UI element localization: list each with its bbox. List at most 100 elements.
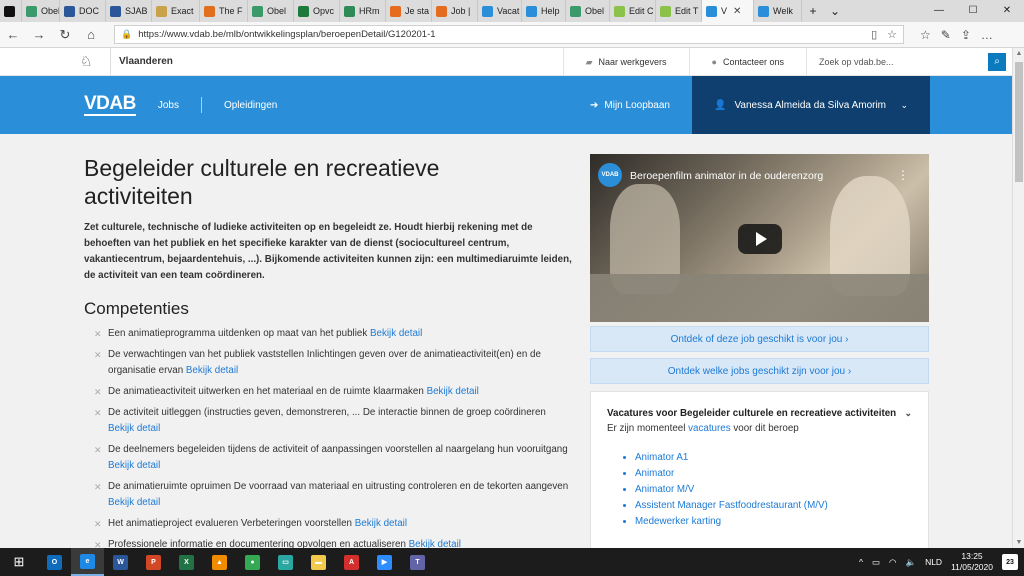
search-input[interactable] [819, 56, 979, 67]
taskbar-app[interactable]: ▶ [368, 548, 401, 576]
browser-tab[interactable]: Obel [248, 0, 294, 22]
scroll-down-icon[interactable]: ▼ [1013, 539, 1024, 546]
video-title[interactable]: Beroepenfilm animator in de ouderenzorg [630, 170, 823, 182]
browser-tab[interactable]: Opvc [294, 0, 340, 22]
more-icon[interactable]: … [981, 28, 993, 42]
taskbar-app[interactable]: X [170, 548, 203, 576]
bekijk-detail-link[interactable]: Bekijk detail [409, 539, 461, 548]
browser-tab[interactable]: Help [522, 0, 566, 22]
browser-tab[interactable]: Obel [566, 0, 610, 22]
vacature-link[interactable]: Medewerker karting [635, 516, 721, 527]
maximize-icon[interactable]: ☐ [956, 0, 990, 22]
url-field[interactable]: 🔒 https://www.vdab.be/mlb/ontwikkelingsp… [114, 25, 904, 44]
scrollbar-thumb[interactable] [1015, 62, 1023, 182]
favorite-star-icon[interactable]: ☆ [887, 28, 897, 41]
video-player[interactable]: VDAB Beroepenfilm animator in de ouderen… [590, 154, 929, 322]
refresh-icon[interactable]: ↻ [52, 27, 78, 43]
taskbar-app[interactable]: ▲ [203, 548, 236, 576]
vacature-link[interactable]: Animator M/V [635, 484, 694, 495]
browser-tab[interactable]: Edit C [610, 0, 656, 22]
volume-icon[interactable]: 🔈 [905, 557, 916, 568]
taskbar-app[interactable]: P [137, 548, 170, 576]
bekijk-detail-link[interactable]: Bekijk detail [355, 518, 407, 529]
browser-tab[interactable]: The F [200, 0, 248, 22]
browser-tab[interactable]: SJAB [106, 0, 152, 22]
vacatures-link[interactable]: vacatures [688, 423, 730, 434]
browser-tab[interactable]: Welk [754, 0, 802, 22]
powerpoint-icon: P [146, 554, 161, 570]
network-icon[interactable]: ▭ [872, 557, 880, 568]
new-tab-icon[interactable]: + [802, 4, 824, 18]
browser-tab[interactable]: V ✕ [702, 0, 754, 22]
bekijk-detail-link[interactable]: Bekijk detail [427, 386, 479, 397]
vacature-link[interactable]: Animator A1 [635, 452, 688, 463]
pen-icon[interactable]: ✎ [941, 28, 951, 42]
browser-tab[interactable]: Exact [152, 0, 200, 22]
share-icon[interactable]: ⇪ [961, 28, 971, 42]
channel-logo[interactable]: VDAB [598, 163, 622, 187]
taskbar-app[interactable]: ▭ [269, 548, 302, 576]
notifications-badge[interactable]: 23 [1002, 554, 1018, 570]
matching-jobs-button[interactable]: Ontdek welke jobs geschikt zijn voor jou… [590, 358, 929, 384]
tray-expand-icon[interactable]: ^ [859, 557, 863, 567]
home-icon[interactable]: ⌂ [78, 27, 104, 42]
taskbar-app[interactable]: ▬ [302, 548, 335, 576]
favorites-icon[interactable]: ☆ [920, 28, 931, 42]
nav-opleidingen[interactable]: Opleidingen [224, 100, 277, 111]
vacatures-header[interactable]: Vacatures voor Begeleider culturele en r… [607, 408, 912, 419]
taskbar-app[interactable]: O [38, 548, 71, 576]
bekijk-detail-link[interactable]: Bekijk detail [108, 460, 160, 471]
competentie-item: ✕ De animatieruimte opruimen De voorraad … [94, 479, 574, 511]
browser-tab[interactable]: Je sta [386, 0, 432, 22]
browser-tab[interactable]: DOC [60, 0, 106, 22]
more-options-icon[interactable]: ⋮ [897, 168, 909, 182]
vacature-link[interactable]: Assistent Manager Fastfoodrestaurant (M/… [635, 500, 828, 511]
browser-tab[interactable] [0, 0, 22, 22]
nav-jobs[interactable]: Jobs [158, 100, 179, 111]
forward-icon[interactable]: → [26, 27, 52, 42]
cross-bullet-icon: ✕ [94, 445, 102, 455]
vacature-link[interactable]: Animator [635, 468, 674, 479]
search-button[interactable]: ⌕ [988, 52, 1006, 71]
browser-tab[interactable]: Obel [22, 0, 60, 22]
taskbar-app[interactable]: ● [236, 548, 269, 576]
taskbar-app[interactable]: T [401, 548, 434, 576]
browser-tab[interactable]: HRm [340, 0, 386, 22]
scroll-up-icon[interactable]: ▲ [1013, 50, 1024, 57]
bekijk-detail-link[interactable]: Bekijk detail [370, 328, 422, 339]
competentie-text: De verwachtingen van het publiek vastste… [108, 349, 541, 376]
minimize-icon[interactable]: — [922, 0, 956, 22]
browser-tab[interactable]: Edit T [656, 0, 702, 22]
tab-dropdown-icon[interactable]: ⌄ [824, 4, 846, 18]
close-window-icon[interactable]: ✕ [990, 0, 1024, 22]
wifi-icon[interactable]: ◠ [889, 557, 896, 568]
language-indicator[interactable]: NLD [925, 557, 942, 567]
bekijk-detail-link[interactable]: Bekijk detail [186, 365, 238, 376]
taskbar-app[interactable]: W [104, 548, 137, 576]
vlaanderen-brand[interactable]: Vlaanderen [110, 48, 173, 76]
user-menu[interactable]: 👤 Vanessa Almeida da Silva Amorim ⌄ [692, 76, 930, 134]
windows-start-icon[interactable]: ⊞ [0, 554, 38, 570]
bekijk-detail-link[interactable]: Bekijk detail [108, 497, 160, 508]
tab-label: V [721, 6, 728, 16]
tab-favicon-icon [482, 5, 493, 17]
employers-link[interactable]: ▰ Naar werkgevers [562, 48, 689, 76]
page-scrollbar[interactable]: ▲ ▼ [1012, 48, 1024, 548]
play-button[interactable] [738, 224, 782, 254]
vdab-logo[interactable]: VDAB [84, 94, 136, 116]
browser-tab[interactable]: Vacat [478, 0, 522, 22]
tab-label: Exact [171, 6, 194, 16]
bekijk-detail-link[interactable]: Bekijk detail [108, 423, 160, 434]
back-icon[interactable]: ← [0, 27, 26, 42]
job-fit-button[interactable]: Ontdek of deze job geschikt is voor jou … [590, 326, 929, 352]
reading-view-icon[interactable]: ▯ [871, 28, 877, 41]
taskbar-app[interactable]: A [335, 548, 368, 576]
taskbar-app[interactable]: e [71, 548, 104, 576]
close-tab-icon[interactable]: ✕ [733, 6, 741, 17]
chevron-down-icon: ⌄ [900, 99, 908, 110]
excel-icon: X [179, 554, 194, 570]
contact-link[interactable]: ● Contacteer ons [688, 48, 806, 76]
mijn-loopbaan-link[interactable]: ➔ Mijn Loopbaan [590, 100, 670, 111]
clock[interactable]: 13:25 11/05/2020 [951, 551, 993, 573]
browser-tab[interactable]: Job | [432, 0, 478, 22]
